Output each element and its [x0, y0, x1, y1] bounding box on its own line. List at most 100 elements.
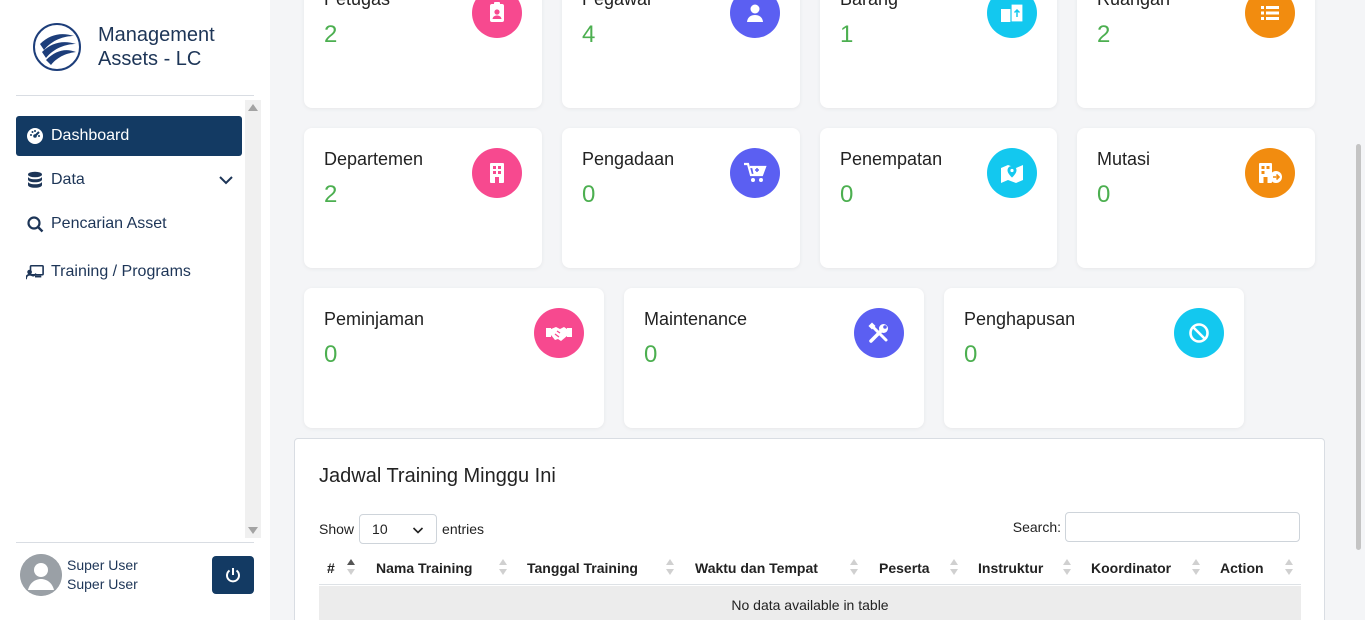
sort-icon[interactable] [1063, 558, 1071, 576]
card-value: 0 [324, 341, 338, 368]
sidebar: Management Assets - LC Dashboard Data Pe… [0, 0, 270, 620]
user-name: Super User [67, 557, 138, 573]
stat-card-penghapusan[interactable]: Penghapusan 0 [944, 288, 1244, 428]
sort-icon[interactable] [1285, 558, 1293, 576]
column-header-koordinator[interactable]: Koordinator [1091, 560, 1171, 576]
scrollbar-thumb[interactable] [1356, 144, 1361, 550]
sort-icon[interactable] [950, 558, 958, 576]
section-title: Jadwal Training Minggu Ini [319, 465, 556, 487]
user-info: Super User Super User [67, 556, 138, 594]
sort-asc-icon[interactable] [347, 558, 355, 576]
stat-card-departemen[interactable]: Departemen 2 [304, 128, 542, 268]
column-header-nama-training[interactable]: Nama Training [376, 560, 472, 576]
card-title: Penghapusan [964, 309, 1076, 329]
stat-card-maintenance[interactable]: Maintenance 0 [624, 288, 924, 428]
card-title: Pegawai [582, 0, 651, 10]
scroll-up-icon[interactable] [248, 104, 258, 111]
building-arrow-icon [1245, 148, 1295, 198]
power-icon [226, 568, 240, 583]
stat-card-peminjaman[interactable]: Peminjaman 0 [304, 288, 604, 428]
search-input[interactable] [1065, 512, 1300, 542]
training-schedule-card: Jadwal Training Minggu Ini Show 10 entri… [294, 438, 1325, 620]
avatar [20, 554, 62, 596]
entries-select-value: 10 [372, 521, 388, 537]
card-title: Maintenance [644, 309, 748, 329]
card-value: 4 [582, 21, 596, 48]
card-title: Peminjaman [324, 309, 425, 329]
stat-card-pegawai[interactable]: Pegawai 4 [562, 0, 800, 108]
column-header-action[interactable]: Action [1220, 560, 1264, 576]
entries-select[interactable]: 10 [359, 514, 438, 544]
card-title: Departemen [324, 149, 424, 169]
stat-card-barang[interactable]: Barang 1 [820, 0, 1057, 108]
card-value: 0 [840, 181, 854, 208]
table-empty-row: No data available in table [319, 586, 1301, 620]
column-header-waktu-tempat[interactable]: Waktu dan Tempat [695, 560, 818, 576]
card-value: 2 [324, 181, 338, 208]
stat-card-pengadaan[interactable]: Pengadaan 0 [562, 128, 800, 268]
show-label: Show [319, 521, 355, 537]
card-title: Penempatan [840, 149, 943, 169]
search-icon [26, 215, 44, 233]
stat-card-ruangan[interactable]: Ruangan 2 [1077, 0, 1315, 108]
card-value: 0 [582, 181, 596, 208]
user-icon [730, 0, 780, 38]
chalkboard-teacher-icon [26, 263, 44, 281]
sort-icon[interactable] [850, 558, 858, 576]
card-value: 0 [644, 341, 658, 368]
card-value: 0 [1097, 181, 1111, 208]
card-title: Pengadaan [582, 149, 675, 169]
brand-title: Management Assets - LC [98, 23, 215, 71]
divider [16, 95, 254, 96]
card-value: 0 [964, 341, 978, 368]
stat-card-mutasi[interactable]: Mutasi 0 [1077, 128, 1315, 268]
ban-icon [1174, 308, 1224, 358]
column-header-tanggal-training[interactable]: Tanggal Training [527, 560, 638, 576]
sidebar-item-label: Dashboard [51, 127, 130, 144]
brand-title-line2: Assets - LC [98, 48, 202, 70]
sort-icon[interactable] [499, 558, 507, 576]
scroll-down-icon[interactable] [248, 527, 258, 534]
logout-button[interactable] [212, 556, 254, 594]
database-icon [26, 171, 44, 189]
sort-icon[interactable] [666, 558, 674, 576]
sidebar-item-search-asset[interactable]: Pencarian Asset [16, 204, 242, 244]
sidebar-item-dashboard[interactable]: Dashboard [16, 116, 242, 156]
boxes-icon [987, 0, 1037, 38]
user-panel: Super User Super User [20, 554, 138, 596]
entries-length-control: Show 10 entries [319, 514, 484, 544]
entries-label: entries [442, 521, 485, 537]
sort-icon[interactable] [1192, 558, 1200, 576]
sidebar-item-training[interactable]: Training / Programs [16, 252, 242, 292]
table-search: Search: [1013, 512, 1300, 542]
stat-card-petugas[interactable]: Petugas 2 [304, 0, 542, 108]
search-label: Search: [1012, 519, 1061, 535]
card-title: Mutasi [1097, 149, 1151, 169]
sidebar-item-label: Pencarian Asset [51, 215, 167, 232]
tools-icon [854, 308, 904, 358]
card-value: 2 [1097, 21, 1111, 48]
brand[interactable]: Management Assets - LC [32, 22, 215, 72]
sidebar-item-label: Data [51, 171, 85, 188]
column-header-peserta[interactable]: Peserta [879, 560, 930, 576]
handshake-icon [534, 308, 584, 358]
chevron-down-icon[interactable] [218, 172, 234, 188]
sidebar-nav: Dashboard Data Pencarian Asset Training … [16, 116, 242, 296]
sidebar-item-data[interactable]: Data [16, 160, 242, 200]
column-header-instruktur[interactable]: Instruktur [978, 560, 1043, 576]
card-value: 1 [840, 21, 854, 48]
card-value: 2 [324, 21, 338, 48]
sidebar-scrollbar[interactable] [245, 100, 261, 538]
stat-card-penempatan[interactable]: Penempatan 0 [820, 128, 1057, 268]
gauge-icon [26, 127, 44, 145]
map-location-icon [987, 148, 1037, 198]
user-role: Super User [67, 576, 138, 592]
chevron-down-icon [412, 527, 424, 534]
card-title: Petugas [324, 0, 390, 10]
divider [16, 542, 254, 543]
page-scrollbar[interactable] [1353, 0, 1365, 620]
list-icon [1245, 0, 1295, 38]
column-header-number[interactable]: # [327, 560, 335, 576]
table-header: # Nama Training Tanggal Training Waktu d… [319, 553, 1301, 585]
card-title: Barang [840, 0, 898, 10]
